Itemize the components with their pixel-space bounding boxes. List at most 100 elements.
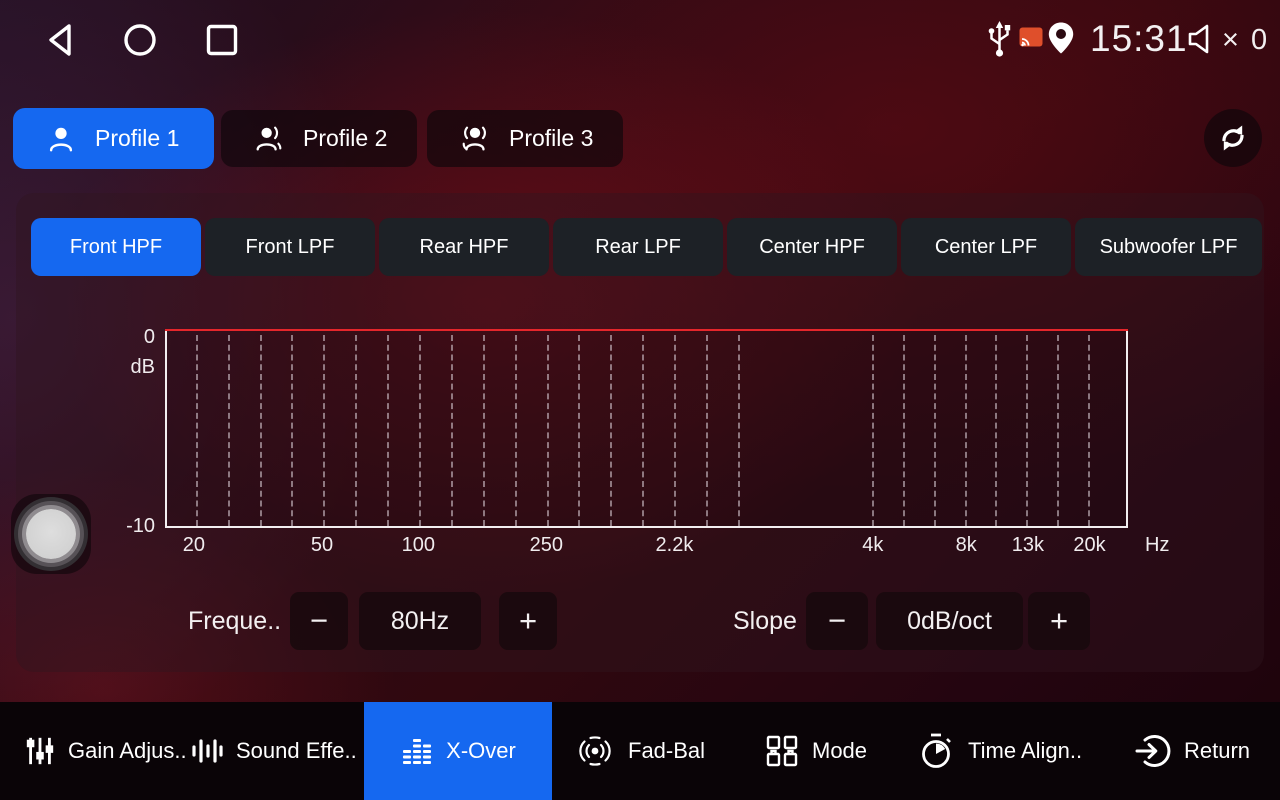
frequency-minus-button[interactable]: −	[290, 592, 348, 650]
nav-item-label: X-Over	[446, 738, 516, 764]
cast-status-icon	[1019, 27, 1043, 47]
filter-tab-label: Subwoofer LPF	[1100, 236, 1238, 259]
sync-reset-button[interactable]	[1204, 109, 1262, 167]
volume-level-text: × 0	[1222, 24, 1269, 57]
bottom-navigation-bar: Gain Adjus.. Sound Effe.. X-	[0, 702, 1280, 800]
x-axis-tick-label: 20	[183, 534, 205, 557]
nav-item-label: Gain Adjus..	[68, 738, 187, 764]
nav-item-label: Return	[1184, 738, 1250, 764]
chart-gridline	[1026, 335, 1028, 526]
chart-gridline	[515, 335, 517, 526]
mode-icon	[764, 733, 800, 769]
android-home-button[interactable]	[122, 22, 158, 58]
chart-gridline	[355, 335, 357, 526]
floating-assist-button[interactable]	[11, 494, 91, 574]
slope-value: 0dB/oct	[876, 592, 1023, 650]
filter-tab-rear-hpf[interactable]: Rear HPF	[379, 218, 549, 276]
nav-item-gain-adjust[interactable]: Gain Adjus..	[24, 702, 187, 800]
y-axis-tick-label: -10	[126, 515, 155, 538]
x-axis-tick-label: 50	[311, 534, 333, 557]
x-axis-tick-label: 4k	[862, 534, 883, 557]
profile-tab-1[interactable]: Profile 1	[13, 108, 214, 169]
chart-gridline	[903, 335, 905, 526]
back-icon	[51, 26, 69, 54]
chart-gridline	[419, 335, 421, 526]
sync-icon	[1215, 120, 1251, 156]
profile-tab-2[interactable]: Profile 2	[221, 110, 417, 167]
slope-minus-button[interactable]: −	[806, 592, 868, 650]
xover-settings-screen: { "status_bar": { "time": "15:31", "volu…	[0, 0, 1280, 800]
xover-panel: Front HPF Front LPF Rear HPF Rear LPF Ce…	[16, 193, 1264, 672]
return-icon	[1134, 732, 1172, 770]
chart-gridline	[934, 335, 936, 526]
chart-gridline	[228, 335, 230, 526]
x-axis-unit-label: Hz	[1145, 534, 1169, 557]
filter-tab-label: Rear LPF	[595, 236, 681, 259]
user-icon	[45, 123, 77, 155]
fad-bal-icon	[574, 733, 616, 769]
chart-gridline	[291, 335, 293, 526]
profile-tab-label: Profile 3	[509, 125, 593, 152]
filter-tab-front-hpf[interactable]: Front HPF	[31, 218, 201, 276]
filter-tab-front-lpf[interactable]: Front LPF	[205, 218, 375, 276]
x-axis-tick-label: 2.2k	[656, 534, 694, 557]
nav-item-mode[interactable]: Mode	[764, 702, 867, 800]
chart-gridline	[323, 335, 325, 526]
android-back-button[interactable]	[42, 20, 78, 60]
chart-gridline	[260, 335, 262, 526]
user-3-icon	[459, 123, 491, 155]
nav-item-return[interactable]: Return	[1134, 702, 1250, 800]
chart-gridline	[578, 335, 580, 526]
time-align-icon	[920, 732, 956, 770]
nav-item-time-align[interactable]: Time Align..	[920, 702, 1082, 800]
chart-gridline	[610, 335, 612, 526]
filter-tab-rear-lpf[interactable]: Rear LPF	[553, 218, 723, 276]
nav-item-label: Sound Effe..	[236, 738, 357, 764]
x-axis-tick-label: 13k	[1012, 534, 1044, 557]
slope-label: Slope	[733, 592, 797, 650]
chart-gridline	[995, 335, 997, 526]
frequency-plus-button[interactable]: +	[499, 592, 557, 650]
y-axis-tick-label: 0	[144, 326, 155, 349]
chart-gridline	[706, 335, 708, 526]
chart-gridline	[547, 335, 549, 526]
profile-tab-label: Profile 1	[95, 125, 179, 152]
chart-gridline	[965, 335, 967, 526]
filter-tab-center-lpf[interactable]: Center LPF	[901, 218, 1071, 276]
chart-gridline	[387, 335, 389, 526]
nav-item-label: Time Align..	[968, 738, 1082, 764]
chart-gridline	[196, 335, 198, 526]
nav-item-xover[interactable]: X-Over	[364, 702, 552, 800]
recents-icon	[209, 27, 236, 54]
volume-muted-icon	[1186, 23, 1216, 55]
filter-tab-label: Front LPF	[246, 236, 335, 259]
xover-icon	[400, 734, 434, 768]
filter-tab-subwoofer-lpf[interactable]: Subwoofer LPF	[1075, 218, 1262, 276]
clock: 15:31	[1090, 18, 1188, 60]
gain-adjust-icon	[24, 734, 56, 768]
frequency-label: Freque..	[188, 592, 281, 650]
slope-plus-button[interactable]: +	[1028, 592, 1090, 650]
chart-gridline	[872, 335, 874, 526]
x-axis-tick-label: 100	[402, 534, 435, 557]
knob-icon	[26, 509, 76, 559]
x-axis-tick-label: 250	[530, 534, 563, 557]
chart-gridline	[1088, 335, 1090, 526]
android-recents-button[interactable]	[206, 24, 238, 56]
chart-plot-area	[165, 330, 1128, 528]
sound-effect-icon	[190, 734, 224, 768]
filter-tab-label: Center LPF	[935, 236, 1037, 259]
frequency-response-chart: 0 dB -10 20501002502.2k4k8k13k20k Hz	[165, 330, 1128, 528]
nav-item-fad-bal[interactable]: Fad-Bal	[574, 702, 705, 800]
chart-gridline	[642, 335, 644, 526]
filter-tab-center-hpf[interactable]: Center HPF	[727, 218, 897, 276]
nav-item-label: Mode	[812, 738, 867, 764]
x-axis-ticks: 20501002502.2k4k8k13k20k	[165, 528, 1128, 558]
nav-item-sound-effect[interactable]: Sound Effe..	[190, 702, 357, 800]
frequency-value: 80Hz	[359, 592, 481, 650]
filter-tab-label: Front HPF	[70, 236, 162, 259]
response-curve	[165, 329, 1128, 331]
chart-gridline	[738, 335, 740, 526]
profile-tab-3[interactable]: Profile 3	[427, 110, 623, 167]
usb-status-icon	[986, 17, 1013, 61]
